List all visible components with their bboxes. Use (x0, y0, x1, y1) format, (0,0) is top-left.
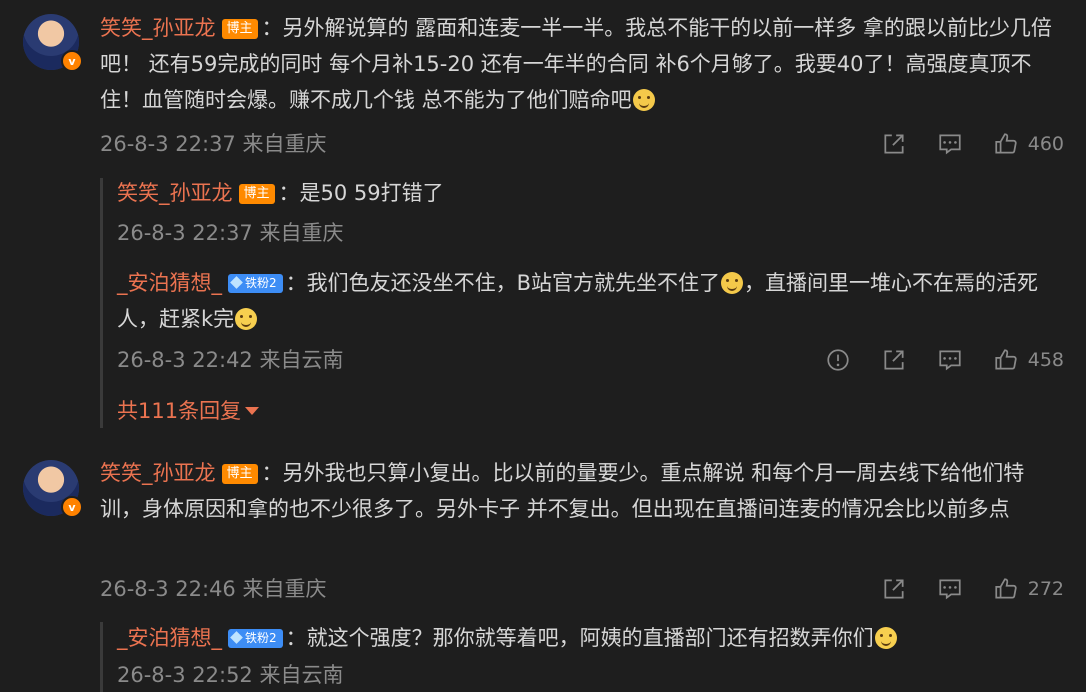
like-button[interactable]: 458 (993, 347, 1064, 373)
more-replies-link[interactable]: 共111条回复 (117, 396, 260, 426)
share-button[interactable] (881, 576, 907, 602)
username-link[interactable]: 笑笑_孙亚龙 (100, 461, 216, 485)
like-button[interactable]: 272 (993, 576, 1064, 602)
reply-divider (100, 622, 103, 692)
avatar[interactable]: v (23, 14, 83, 72)
like-count: 460 (1027, 133, 1064, 155)
caret-down-icon (245, 407, 260, 415)
verified-badge-icon: v (61, 50, 83, 72)
comment-icon (939, 134, 961, 155)
report-button[interactable] (825, 347, 851, 373)
diamond-icon (230, 276, 243, 289)
comment-actions: 272 (851, 576, 1064, 602)
username-link[interactable]: _安泊猜想_ (117, 271, 222, 295)
comment-button[interactable] (937, 347, 963, 373)
share-icon (884, 579, 904, 599)
like-icon (995, 578, 1017, 599)
reply-timestamp: 26-8-3 22:42 来自云南 (117, 348, 344, 372)
username-link[interactable]: 笑笑_孙亚龙 (100, 16, 216, 40)
comment-icon (939, 579, 961, 600)
comment-body: 笑笑_孙亚龙 博主 ：另外解说算的 露面和连麦一半一半。我总不能干的以前一样多 拿的… (100, 10, 1065, 118)
reply-text: ：是50 59打错了 (278, 181, 444, 205)
username-link[interactable]: 笑笑_孙亚龙 (117, 181, 233, 205)
share-icon (884, 350, 904, 370)
reply-body: 笑笑_孙亚龙 博主 ：是50 59打错了 (117, 175, 1067, 211)
diamond-icon (230, 631, 243, 644)
fan-level-badge: 铁粉2 (228, 274, 283, 293)
comment-timestamp: 26-8-3 22:37 来自重庆 (100, 132, 327, 156)
like-count: 458 (1027, 349, 1064, 371)
report-icon (827, 349, 849, 371)
reply-body: _安泊猜想_ 铁粉2 ：就这个强度？那你就等着吧，阿姨的直播部门还有招数弄你们 (117, 620, 1067, 656)
share-icon (884, 134, 904, 154)
share-button[interactable] (881, 347, 907, 373)
like-count: 272 (1027, 578, 1064, 600)
reply-body: _安泊猜想_ 铁粉2 ：我们色友还没坐不住，B站官方就先坐不住了 ，直播间里一堆心不在… (117, 265, 1067, 337)
share-button[interactable] (881, 131, 907, 157)
avatar[interactable]: v (23, 460, 83, 518)
blogger-badge: 博主 (238, 184, 275, 204)
fan-level-badge: 铁粉2 (228, 629, 283, 648)
blogger-badge: 博主 (221, 19, 258, 39)
like-button[interactable]: 460 (993, 131, 1064, 157)
verified-badge-icon: v (61, 496, 83, 518)
thinking-emoji-icon (874, 627, 897, 649)
like-icon (995, 349, 1017, 370)
comment-actions: 460 (851, 131, 1064, 157)
grinning-sweat-emoji-icon (721, 272, 744, 294)
reply-text: ：我们色友还没坐不住，B站官方就先坐不住了 (285, 271, 721, 295)
comment-button[interactable] (937, 576, 963, 602)
laughing-emoji-icon (632, 89, 655, 111)
comment-timestamp: 26-8-3 22:46 来自重庆 (100, 577, 327, 601)
reply-divider (100, 178, 103, 428)
reply-timestamp: 26-8-3 22:37 来自重庆 (117, 221, 344, 245)
comment-button[interactable] (937, 131, 963, 157)
like-icon (995, 133, 1017, 154)
blogger-badge: 博主 (221, 464, 258, 484)
thinking-emoji-icon (235, 308, 258, 330)
reply-timestamp: 26-8-3 22:52 来自云南 (117, 663, 344, 687)
reply-actions: 458 (795, 347, 1064, 373)
comment-body: 笑笑_孙亚龙 博主 ：另外我也只算小复出。比以前的量要少。重点解说 和每个月一周去线… (100, 455, 1065, 527)
username-link[interactable]: _安泊猜想_ (117, 626, 222, 650)
comment-icon (939, 350, 961, 371)
reply-text: ：就这个强度？那你就等着吧，阿姨的直播部门还有招数弄你们 (285, 626, 874, 650)
